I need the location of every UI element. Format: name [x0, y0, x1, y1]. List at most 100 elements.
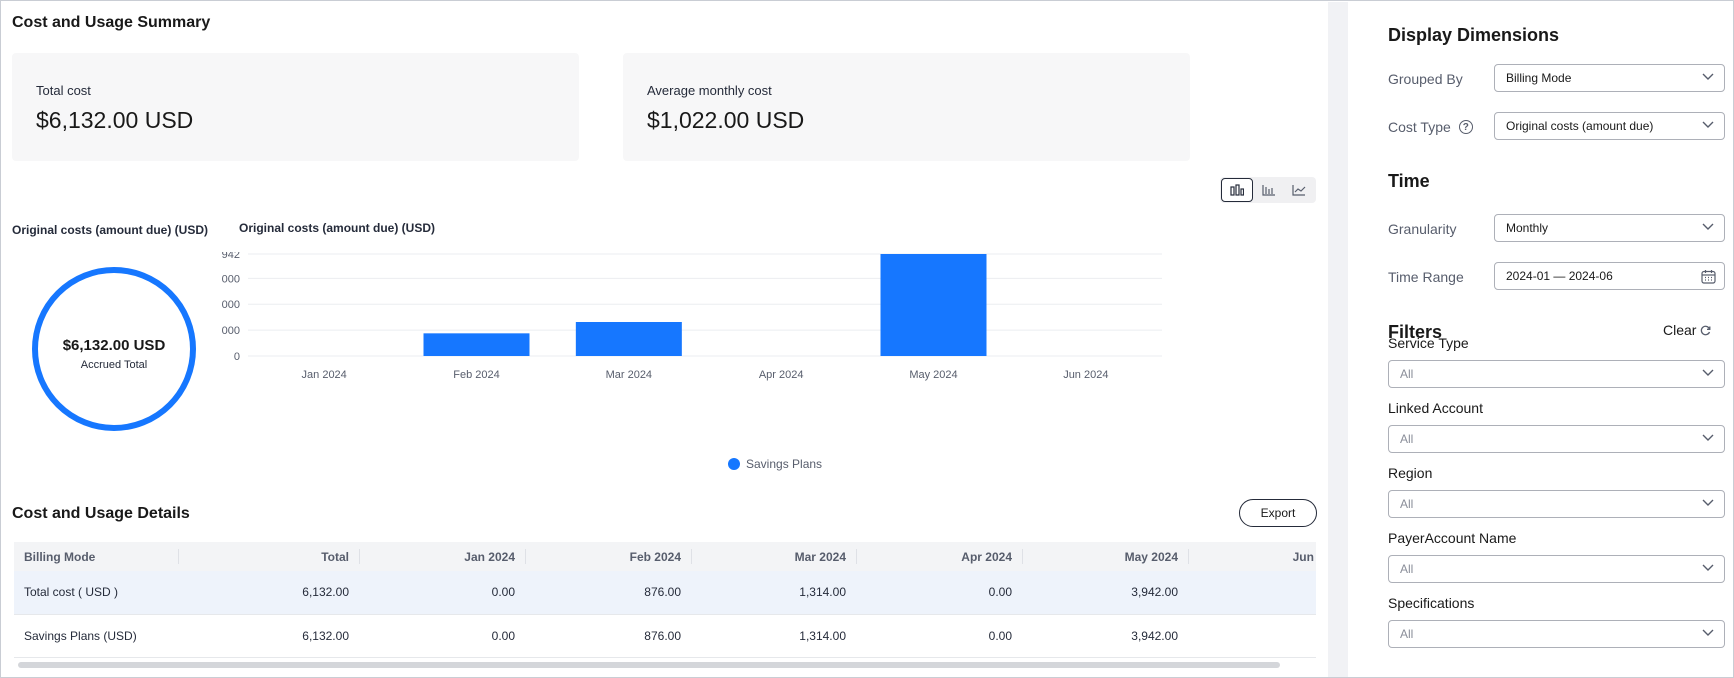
granularity-label: Granularity	[1388, 221, 1456, 237]
granularity-value: Monthly	[1506, 221, 1549, 235]
chart-type-toggle	[1220, 177, 1316, 203]
table-cell: Total cost ( USD )	[14, 571, 178, 615]
details-table: Billing Mode Total Jan 2024 Feb 2024 Mar 202…	[14, 542, 1316, 658]
help-icon[interactable]: ?	[1458, 120, 1473, 134]
export-button[interactable]: Export	[1239, 499, 1317, 527]
chevron-down-icon	[1702, 121, 1714, 128]
grouped-by-label: Grouped By	[1388, 71, 1463, 87]
table-cell: 876.00	[525, 614, 691, 658]
total-cost-value: $6,132.00 USD	[36, 107, 194, 133]
time-range-picker[interactable]: 2024-01 — 2024-06	[1494, 262, 1725, 290]
chevron-down-icon	[1702, 629, 1714, 636]
column-header[interactable]: Feb 2024	[525, 542, 691, 571]
chevron-down-icon	[1702, 73, 1714, 80]
horizontal-scrollbar[interactable]	[18, 662, 1280, 668]
chevron-down-icon	[1702, 564, 1714, 571]
grouped-by-select[interactable]: Billing Mode	[1494, 64, 1725, 92]
time-range-value: 2024-01 — 2024-06	[1506, 269, 1613, 283]
time-range-label-text: Time Range	[1388, 269, 1464, 285]
legend-label: Savings Plans	[746, 457, 823, 471]
summary-title: Cost and Usage Summary	[12, 14, 211, 31]
bar-chart-icon	[1230, 184, 1244, 196]
filter-select[interactable]: All	[1388, 360, 1725, 388]
filter-value: All	[1400, 497, 1414, 511]
details-title: Cost and Usage Details	[12, 505, 190, 522]
bar-chart-toggle[interactable]	[1221, 178, 1253, 202]
column-header[interactable]: Total	[178, 542, 359, 571]
table-body: Total cost ( USD ) 6,132.00 0.00 876.00 1,31…	[14, 571, 1316, 658]
filter-select[interactable]: All	[1388, 490, 1725, 518]
filter-select[interactable]: All	[1388, 425, 1725, 453]
time-title: Time	[1388, 171, 1430, 191]
settings-panel: Display Dimensions Grouped By Billing Mo…	[1348, 2, 1733, 677]
display-dimensions-title: Display Dimensions	[1388, 25, 1560, 45]
filter-label: Specifications	[1388, 595, 1475, 611]
table-cell: 6,132.00	[178, 571, 359, 615]
clear-filters-button[interactable]: Clear	[1663, 322, 1711, 338]
x-tick-label: Jan 2024	[302, 369, 347, 381]
y-tick-label: 1,000	[222, 325, 240, 337]
column-header[interactable]: Jun 2024	[1188, 542, 1316, 571]
cost-type-select[interactable]: Original costs (amount due)	[1494, 112, 1725, 140]
grouped-by-value: Billing Mode	[1506, 71, 1572, 85]
cost-type-label: Cost Type ?	[1388, 119, 1473, 135]
average-monthly-cost-label: Average monthly cost	[647, 83, 772, 98]
table-row[interactable]: Total cost ( USD ) 6,132.00 0.00 876.00 1,31…	[14, 571, 1316, 615]
filter-select[interactable]: All	[1388, 620, 1725, 648]
donut-title: Original costs (amount due) (USD)	[12, 223, 209, 237]
calendar-icon	[1701, 270, 1716, 284]
filter-value: All	[1400, 367, 1414, 381]
bar	[423, 333, 530, 356]
chart-legend[interactable]: Savings Plans	[728, 457, 822, 471]
column-header[interactable]: Mar 2024	[691, 542, 856, 571]
line-chart-toggle[interactable]	[1283, 178, 1315, 202]
table-cell: 6,132.00	[178, 614, 359, 658]
refresh-icon	[1701, 325, 1711, 335]
filter-label: Region	[1388, 465, 1433, 481]
main-content: Cost and Usage Summary Total cost $6,132…	[2, 2, 1328, 677]
table-row[interactable]: Savings Plans (USD) 6,132.00 0.00 876.00 1,3…	[14, 614, 1316, 658]
filter-label: Service Type	[1388, 335, 1469, 351]
table-cell: 1,314.00	[691, 571, 856, 615]
y-tick-label: 3,942	[222, 252, 240, 261]
x-tick-label: Apr 2024	[759, 369, 804, 381]
table-cell: 3,942.00	[1022, 614, 1188, 658]
column-header[interactable]: Apr 2024	[856, 542, 1022, 571]
x-tick-label: May 2024	[909, 369, 957, 381]
bar	[575, 322, 682, 356]
granularity-label-text: Granularity	[1388, 221, 1457, 237]
y-tick-label: 2,000	[222, 299, 240, 311]
bar-chart-title: Original costs (amount due) (USD)	[239, 221, 436, 235]
grouped-bar-chart-icon	[1262, 185, 1275, 196]
table-cell: 0.00	[359, 571, 525, 615]
line-chart-icon	[1292, 185, 1306, 196]
bar	[880, 254, 987, 356]
chevron-down-icon	[1702, 499, 1714, 506]
panel-divider	[1328, 2, 1348, 677]
y-tick-label: 3,000	[222, 273, 240, 285]
chevron-down-icon	[1702, 223, 1714, 230]
column-header[interactable]: May 2024	[1022, 542, 1188, 571]
average-monthly-cost-value: $1,022.00 USD	[647, 107, 805, 133]
cost-type-value: Original costs (amount due)	[1506, 119, 1654, 133]
filter-value: All	[1400, 432, 1414, 446]
table-cell: 0.00	[856, 571, 1022, 615]
y-tick-label: 0	[234, 351, 240, 363]
table-header-row: Billing Mode Total Jan 2024 Feb 2024 Mar 202…	[14, 542, 1316, 571]
x-tick-label: Mar 2024	[606, 369, 652, 381]
table-cell: Savings Plans (USD)	[14, 614, 178, 658]
donut-caption: Accrued Total	[80, 359, 148, 371]
column-header[interactable]: Jan 2024	[359, 542, 525, 571]
chevron-down-icon	[1702, 434, 1714, 441]
details-table-wrap: Billing Mode Total Jan 2024 Feb 2024 Mar 202…	[14, 542, 1316, 668]
column-header[interactable]: Billing Mode	[14, 542, 178, 571]
filter-select[interactable]: All	[1388, 555, 1725, 583]
total-cost-label: Total cost	[36, 83, 91, 98]
bar-chart: 0 1,000 2,000 3,000 3,942 Jan 2024 Feb 2024 Mar…	[222, 252, 1162, 381]
grouped-by-label-text: Grouped By	[1388, 71, 1463, 87]
grouped-bar-chart-toggle[interactable]	[1253, 178, 1285, 202]
table-cell: 876.00	[525, 571, 691, 615]
clear-label: Clear	[1663, 322, 1697, 338]
table-cell: 0.00	[1188, 571, 1316, 615]
granularity-select[interactable]: Monthly	[1494, 214, 1725, 242]
